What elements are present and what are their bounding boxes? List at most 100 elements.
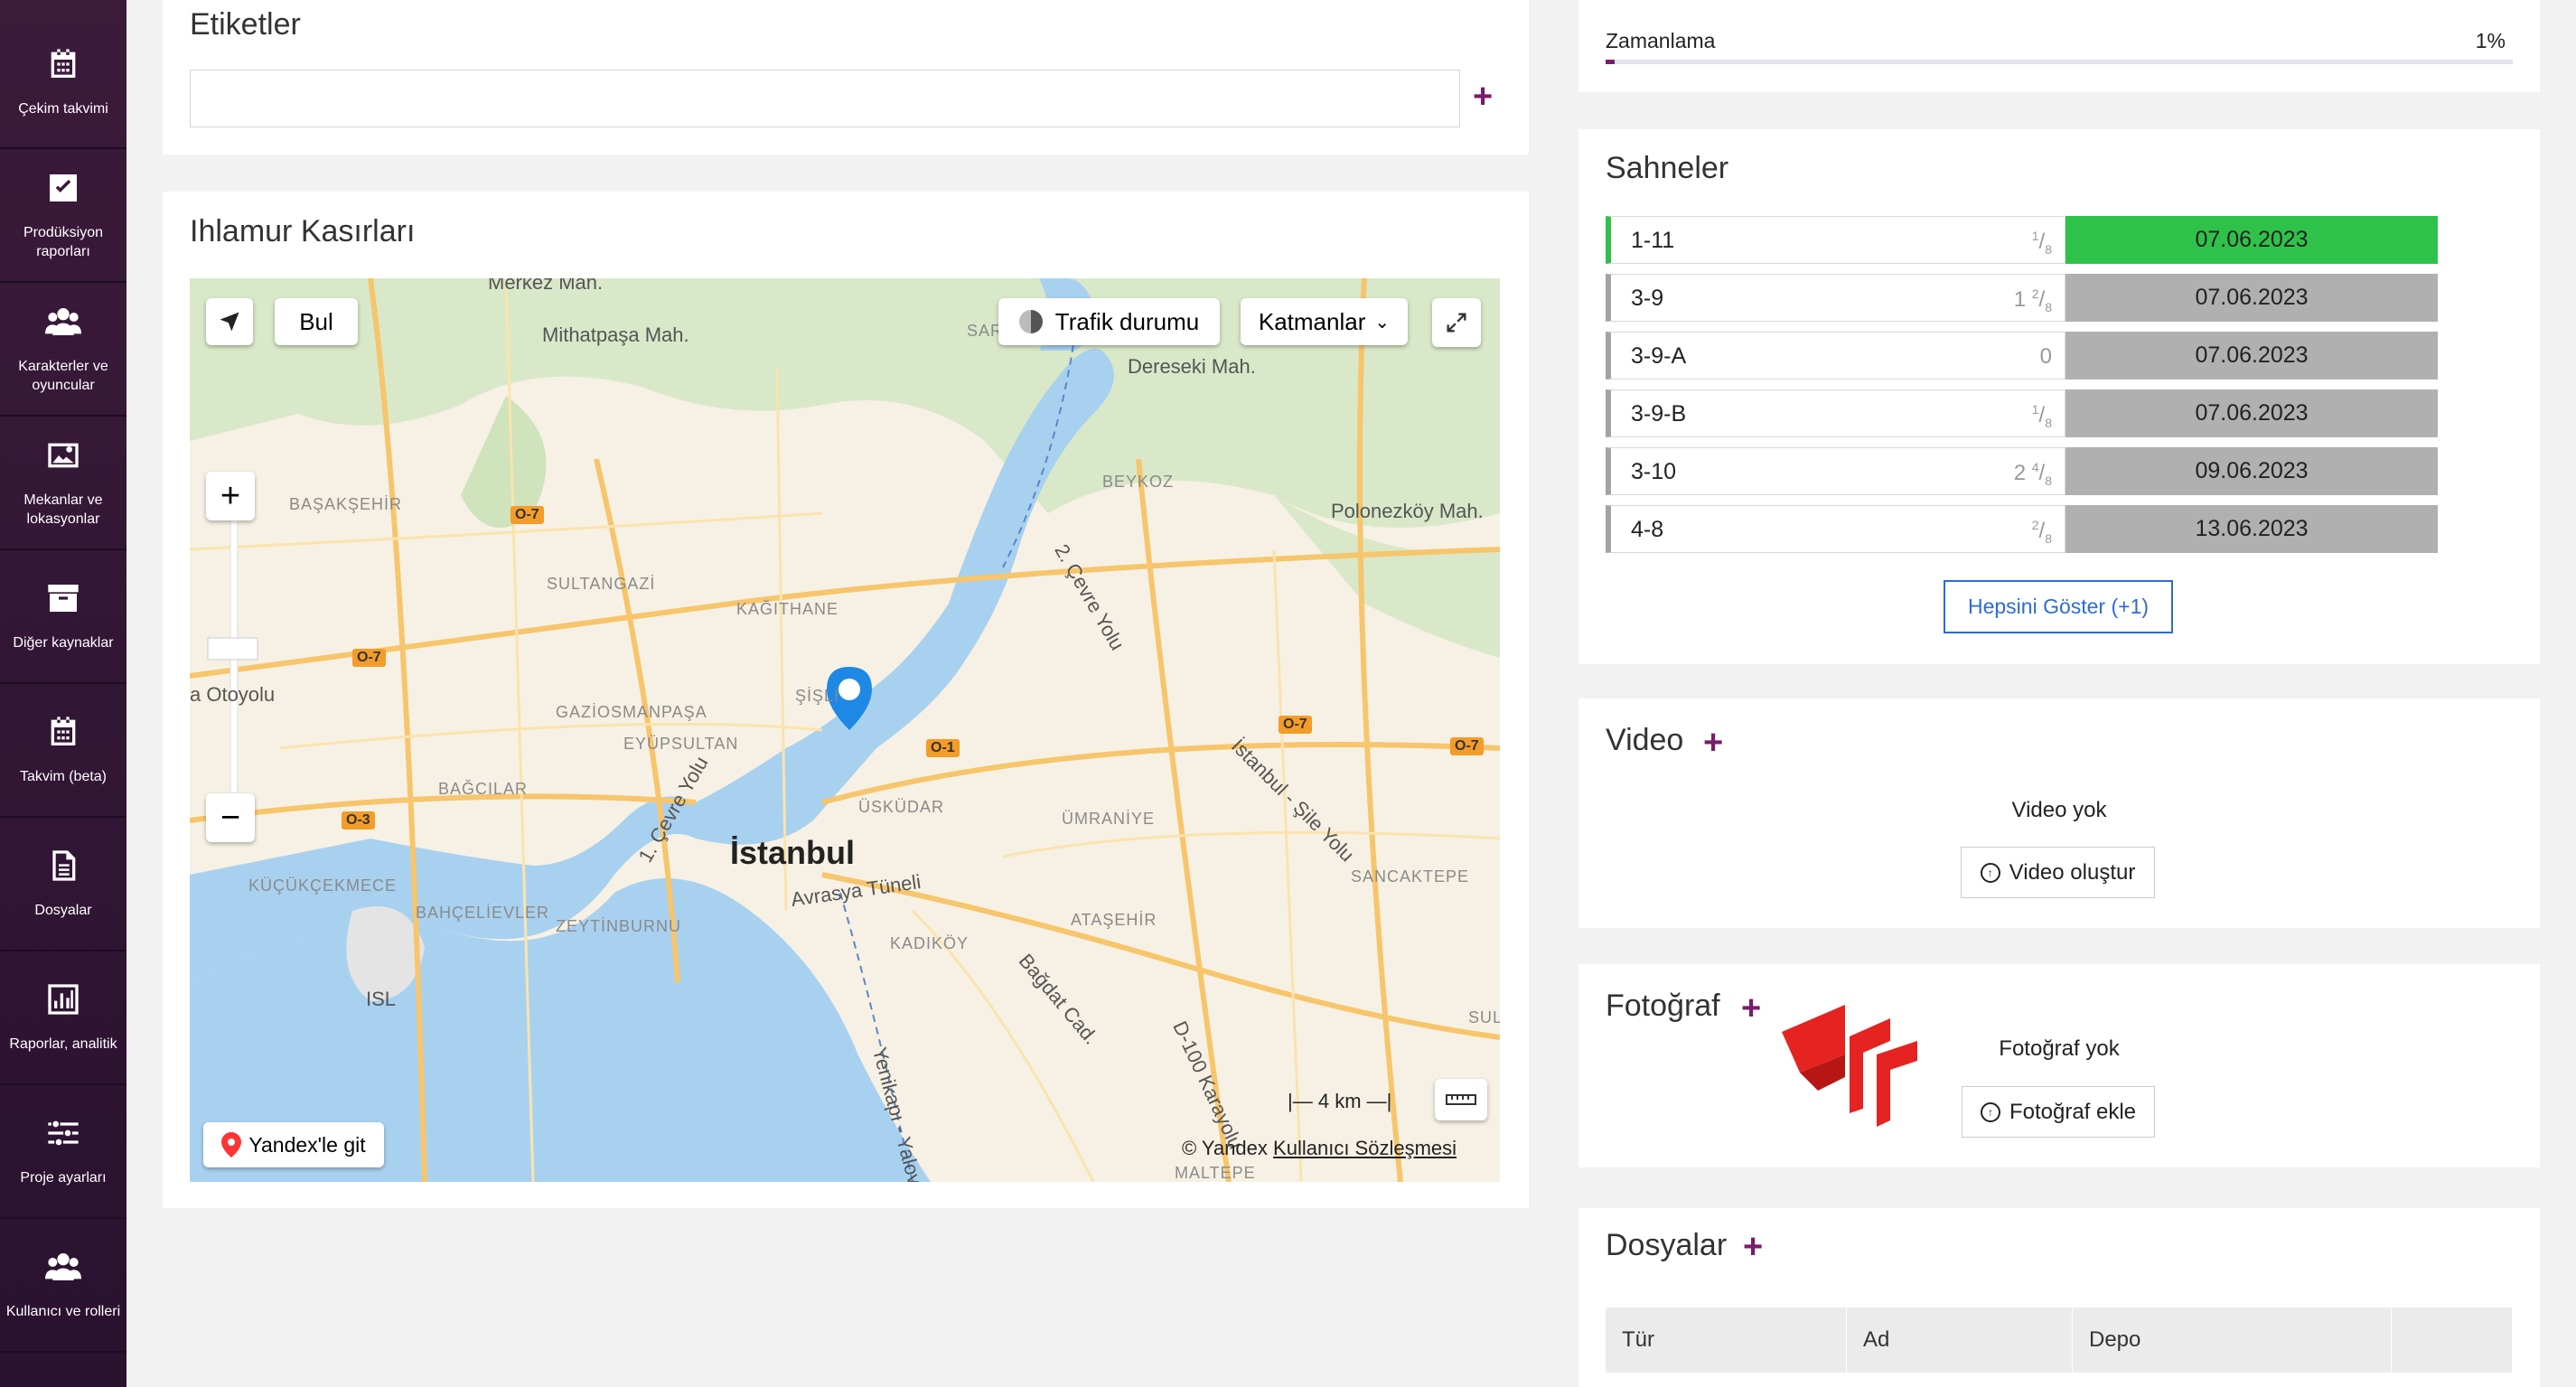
add-file-button[interactable]: + <box>1743 1230 1763 1264</box>
scene-length: 0 <box>2040 344 2052 370</box>
schedule-progress <box>1606 60 2513 64</box>
scene-date: 07.06.2023 <box>2065 216 2438 264</box>
scene-number: 4-8 <box>1631 517 1664 542</box>
map-label: ŞİŞLİ <box>795 687 840 705</box>
archive-icon <box>45 580 81 633</box>
sidebar-item[interactable]: Takvim (beta) <box>0 684 126 818</box>
scene-name-cell: 3-9-B 1/8 <box>1606 389 2065 437</box>
scene-length-denominator: 8 <box>2045 241 2052 257</box>
map-label: SAR <box>967 322 1004 340</box>
photo-title: Fotoğraf <box>1606 989 1720 1023</box>
column-name[interactable]: Ad <box>1847 1307 2073 1373</box>
map-label: ZEYTİNBURNU <box>556 917 682 935</box>
sidebar-item-label: Dosyalar <box>34 903 92 918</box>
scene-length-whole: 0 <box>2039 344 2052 369</box>
add-photo-file-button[interactable]: ↑ Fotoğraf ekle <box>1962 1086 2155 1138</box>
tags-input[interactable] <box>190 70 1460 127</box>
map-label: GAZİOSMANPAŞA <box>556 703 707 721</box>
add-tag-button[interactable]: + <box>1473 80 1493 114</box>
map-label: Polonezköy Mah. <box>1331 500 1484 522</box>
sidebar-item[interactable]: Karakterler ve oyuncular <box>0 283 126 417</box>
map-label: Merkez Mah. <box>488 278 604 294</box>
scene-row[interactable]: 3-9 1 2/8 07.06.2023 <box>1606 274 2438 322</box>
sidebar-item[interactable]: Kullanıcı ve rolleri <box>0 1219 126 1353</box>
create-video-button[interactable]: ↑ Video oluştur <box>1961 847 2155 898</box>
scene-date: 07.06.2023 <box>2065 332 2438 380</box>
circle-arrow-icon: ↑ <box>1980 862 2000 883</box>
layers-button[interactable]: Katmanlar ⌄ <box>1241 298 1408 345</box>
map-copyright: © Yandex Kullanıcı Sözleşmesi <box>1182 1137 1457 1160</box>
scene-row[interactable]: 3-10 2 4/8 09.06.2023 <box>1606 447 2438 495</box>
map-label: KÜÇÜKÇEKMECE <box>248 876 398 895</box>
image-icon <box>45 437 81 491</box>
sidebar-item[interactable]: Prodüksiyon raporları <box>0 149 126 283</box>
sidebar-item-label: Karakterler ve oyuncular <box>18 358 108 393</box>
scene-length-numerator: 1 <box>2031 402 2039 417</box>
map[interactable]: Mithatpaşa Mah. Dereseki Mah. Polonezköy M… <box>190 278 1500 1182</box>
open-in-yandex-button[interactable]: Yandex'le git <box>203 1122 384 1167</box>
find-button[interactable]: Bul <box>275 298 358 345</box>
checkbox-icon <box>45 170 81 223</box>
scene-length-whole: 1 <box>2013 287 2027 312</box>
road-badge: O-7 <box>1450 737 1484 755</box>
add-photo-button[interactable]: + <box>1741 991 1761 1026</box>
map-label: ÜMRANİYE <box>1062 810 1156 828</box>
map-label: ATAŞEHİR <box>1071 911 1157 929</box>
map-label: BAĞCILAR <box>438 780 529 798</box>
ruler-button[interactable] <box>1435 1079 1487 1120</box>
sidebar-item[interactable]: Dosyalar <box>0 818 126 951</box>
sidebar-item-label: Diğer kaynaklar <box>13 635 114 651</box>
scene-name-cell: 3-9 1 2/8 <box>1606 274 2065 322</box>
scene-length-numerator: 2 <box>2031 518 2039 532</box>
navigation-arrow-icon <box>220 312 239 332</box>
brand-logo-icon <box>1782 1005 1917 1127</box>
map-label: SULTANGAZİ <box>547 575 656 593</box>
scene-length-numerator: 1 <box>2031 229 2039 243</box>
scene-length-denominator: 8 <box>2045 299 2052 314</box>
chevron-down-icon: ⌄ <box>1374 312 1391 333</box>
traffic-button[interactable]: Trafik durumu <box>998 298 1220 345</box>
scene-length-numerator: 4 <box>2031 460 2039 474</box>
scene-row[interactable]: 4-8 2/8 13.06.2023 <box>1606 505 2438 553</box>
zoom-out-button[interactable]: − <box>206 793 255 842</box>
scene-row[interactable]: 3-9-B 1/8 07.06.2023 <box>1606 389 2438 437</box>
sidebar-item[interactable]: Proje ayarları <box>0 1085 126 1219</box>
traffic-icon <box>1018 310 1043 333</box>
sidebar-item-label: Takvim (beta) <box>19 769 108 784</box>
fullscreen-button[interactable] <box>1432 298 1481 347</box>
scale-bar-left: |— <box>1288 1090 1313 1112</box>
map-label: BEYKOZ <box>1102 473 1175 491</box>
column-actions <box>2392 1307 2513 1373</box>
sidebar-item[interactable]: Mekanlar ve lokasyonlar <box>0 417 126 550</box>
scene-number: 3-10 <box>1631 459 1677 484</box>
geolocation-button[interactable] <box>206 298 253 345</box>
create-video-label: Video oluştur <box>2009 859 2136 885</box>
terms-link[interactable]: Kullanıcı Sözleşmesi <box>1273 1137 1457 1159</box>
schedule-panel: Zamanlama 1% <box>1578 0 2540 92</box>
scene-row[interactable]: 3-9-A 0 07.06.2023 <box>1606 332 2438 380</box>
scene-row[interactable]: 1-11 1/8 07.06.2023 <box>1606 216 2438 264</box>
column-storage[interactable]: Depo <box>2073 1307 2392 1373</box>
files-title: Dosyalar <box>1606 1228 1728 1262</box>
sidebar-item[interactable]: Raporlar, analitik <box>0 951 126 1085</box>
show-all-scenes-button[interactable]: Hepsini Göster (+1) <box>1944 580 2173 633</box>
map-label: BAŞAKŞEHİR <box>289 495 403 513</box>
sidebar-item[interactable]: Diğer kaynaklar <box>0 550 126 684</box>
location-title: Ihlamur Kasırları <box>190 214 416 248</box>
zoom-in-button[interactable]: + <box>206 472 255 520</box>
column-type[interactable]: Tür <box>1606 1307 1847 1373</box>
scene-number: 3-9-B <box>1631 401 1687 426</box>
road-badge: O-7 <box>352 649 386 667</box>
sidebar-item[interactable]: Çekim takvimi <box>0 0 126 149</box>
scene-length: 1/8 <box>2031 229 2052 257</box>
add-video-button[interactable]: + <box>1703 726 1723 760</box>
scene-name-cell: 1-11 1/8 <box>1606 216 2065 264</box>
scene-length-denominator: 8 <box>2045 415 2052 430</box>
scene-length: 1 2/8 <box>2013 286 2052 314</box>
files-table-header: Tür Ad Depo <box>1606 1307 2513 1373</box>
scene-date: 07.06.2023 <box>2065 274 2438 322</box>
layers-label: Katmanlar <box>1258 307 1366 335</box>
schedule-progress-fill <box>1606 60 1616 64</box>
road-badge: O-3 <box>342 811 375 829</box>
video-empty-text: Video yok <box>2011 798 2107 822</box>
